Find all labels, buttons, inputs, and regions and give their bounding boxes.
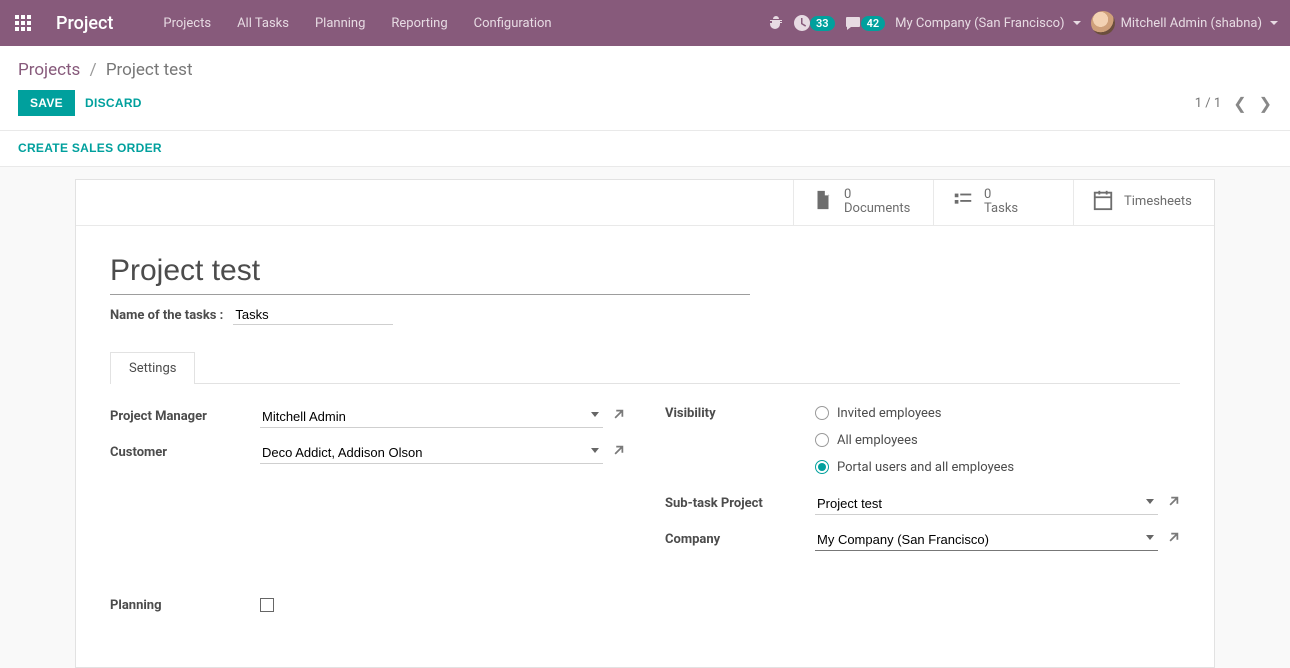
form-sheet: 0 Documents 0 Tasks Timesheets <box>75 179 1215 668</box>
breadcrumb-current: Project test <box>106 60 193 80</box>
dropdown-icon[interactable] <box>1146 535 1154 540</box>
calendar-icon <box>1092 189 1114 215</box>
clock-icon <box>794 15 810 31</box>
visibility-radio-group: Invited employees All employees Portal u… <box>815 406 1014 475</box>
radio-icon <box>815 460 829 474</box>
company-name: My Company (San Francisco) <box>895 16 1064 31</box>
subtask-project-label: Sub-task Project <box>665 496 815 511</box>
document-icon <box>812 189 834 215</box>
project-title-input[interactable] <box>110 252 750 295</box>
stat-documents[interactable]: 0 Documents <box>794 180 934 225</box>
create-sales-order-button[interactable]: CREATE SALES ORDER <box>18 141 162 155</box>
chevron-down-icon <box>1270 21 1278 25</box>
project-manager-input[interactable] <box>260 406 603 428</box>
stat-tasks-count: 0 <box>984 188 1018 202</box>
tasks-icon <box>952 189 974 215</box>
settings-col-left: Project Manager Customer <box>110 406 625 627</box>
settings-col-right: Visibility Invited employees All employe… <box>665 406 1180 627</box>
breadcrumb-separator: / <box>90 60 97 80</box>
breadcrumb: Projects / Project test <box>0 46 1290 84</box>
breadcrumb-root[interactable]: Projects <box>18 60 80 80</box>
pager-next-icon[interactable]: ❯ <box>1259 94 1272 113</box>
nav-item-projects[interactable]: Projects <box>153 10 221 37</box>
bug-icon <box>768 15 784 31</box>
apps-icon[interactable] <box>8 8 38 38</box>
nav-right: 33 42 My Company (San Francisco) Mitchel… <box>768 11 1278 35</box>
content-area: 0 Documents 0 Tasks Timesheets <box>0 179 1290 668</box>
stat-tasks-label: Tasks <box>984 202 1018 216</box>
project-manager-label: Project Manager <box>110 409 260 424</box>
dropdown-icon[interactable] <box>1146 499 1154 504</box>
form-tabs: Settings <box>110 351 1180 384</box>
subtask-project-input[interactable] <box>815 493 1158 515</box>
visibility-label: Visibility <box>665 406 815 421</box>
visibility-invited-label: Invited employees <box>837 406 942 421</box>
nav-item-configuration[interactable]: Configuration <box>464 10 562 37</box>
name-of-tasks-label: Name of the tasks : <box>110 308 223 323</box>
stat-documents-count: 0 <box>844 188 910 202</box>
dropdown-icon[interactable] <box>591 448 599 453</box>
company-label: Company <box>665 532 815 547</box>
app-brand[interactable]: Project <box>56 13 113 34</box>
name-of-tasks-input[interactable] <box>233 305 393 325</box>
company-input[interactable] <box>815 529 1158 551</box>
messages-button[interactable]: 42 <box>845 15 886 31</box>
dropdown-icon[interactable] <box>591 412 599 417</box>
nav-menu: Projects All Tasks Planning Reporting Co… <box>153 10 561 37</box>
avatar <box>1091 11 1115 35</box>
nav-item-planning[interactable]: Planning <box>305 10 375 37</box>
customer-label: Customer <box>110 445 260 460</box>
stat-button-row: 0 Documents 0 Tasks Timesheets <box>76 180 1214 226</box>
planning-label: Planning <box>110 598 260 613</box>
company-switcher[interactable]: My Company (San Francisco) <box>895 16 1080 31</box>
pager: 1 / 1 ❮ ❯ <box>1195 94 1272 113</box>
visibility-invited[interactable]: Invited employees <box>815 406 1014 421</box>
external-link-icon[interactable] <box>611 444 625 462</box>
visibility-portal[interactable]: Portal users and all employees <box>815 460 1014 475</box>
customer-input[interactable] <box>260 442 603 464</box>
pager-prev-icon[interactable]: ❮ <box>1233 94 1246 113</box>
stat-timesheets-label: Timesheets <box>1124 195 1192 209</box>
activities-count: 33 <box>810 16 835 31</box>
settings-grid: Project Manager Customer <box>110 406 1180 627</box>
activities-button[interactable]: 33 <box>794 15 835 31</box>
control-row: SAVE DISCARD 1 / 1 ❮ ❯ <box>0 84 1290 131</box>
external-link-icon[interactable] <box>611 408 625 426</box>
save-button[interactable]: SAVE <box>18 90 75 116</box>
user-menu[interactable]: Mitchell Admin (shabna) <box>1091 11 1278 35</box>
chat-icon <box>845 15 861 31</box>
visibility-portal-label: Portal users and all employees <box>837 460 1014 475</box>
debug-icon[interactable] <box>768 15 784 31</box>
discard-button[interactable]: DISCARD <box>85 96 142 110</box>
visibility-all-label: All employees <box>837 433 918 448</box>
planning-checkbox[interactable] <box>260 598 274 612</box>
external-link-icon[interactable] <box>1166 531 1180 549</box>
sheet-body: Name of the tasks : Settings Project Man… <box>76 226 1214 667</box>
tab-settings[interactable]: Settings <box>110 352 195 384</box>
radio-icon <box>815 433 829 447</box>
external-link-icon[interactable] <box>1166 495 1180 513</box>
user-name: Mitchell Admin (shabna) <box>1121 16 1262 31</box>
stat-timesheets[interactable]: Timesheets <box>1074 180 1214 225</box>
grid-icon <box>15 15 31 31</box>
chevron-down-icon <box>1073 21 1081 25</box>
messages-count: 42 <box>861 16 886 31</box>
stat-tasks[interactable]: 0 Tasks <box>934 180 1074 225</box>
radio-icon <box>815 406 829 420</box>
nav-item-all-tasks[interactable]: All Tasks <box>227 10 299 37</box>
visibility-all[interactable]: All employees <box>815 433 1014 448</box>
pager-text: 1 / 1 <box>1195 96 1221 111</box>
stat-documents-label: Documents <box>844 202 910 216</box>
action-bar: CREATE SALES ORDER <box>0 131 1290 167</box>
top-navbar: Project Projects All Tasks Planning Repo… <box>0 0 1290 46</box>
nav-item-reporting[interactable]: Reporting <box>381 10 457 37</box>
